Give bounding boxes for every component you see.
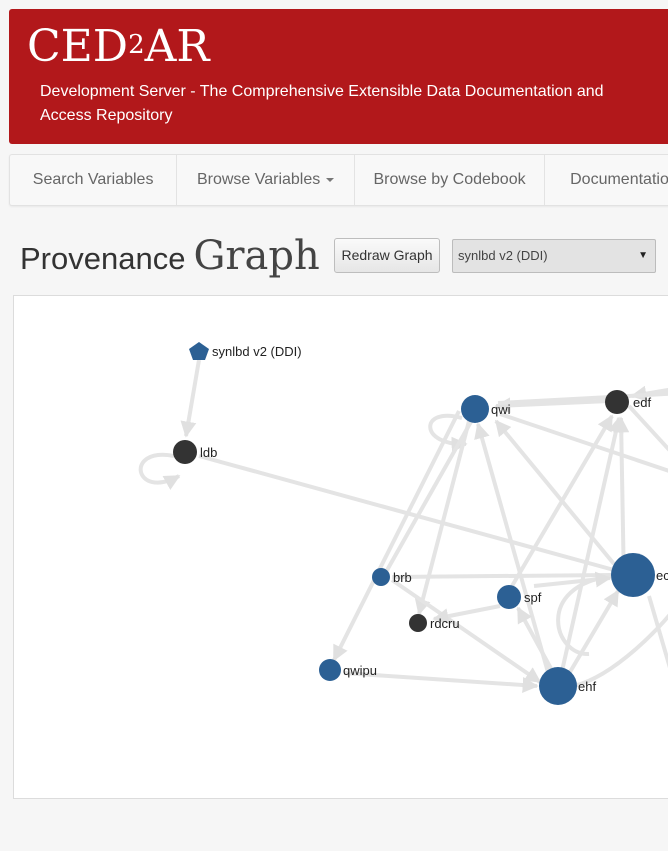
nav-browse-variables[interactable]: Browse Variables [177, 155, 355, 205]
node-label: qwi [491, 402, 511, 417]
graph-node[interactable] [605, 390, 629, 414]
graph-node[interactable] [539, 667, 577, 705]
site-banner: CED2AR Development Server - The Comprehe… [9, 9, 668, 144]
graph-edge [384, 419, 474, 573]
codebook-select-value: synlbd v2 (DDI) [458, 248, 548, 263]
codebook-node[interactable] [189, 342, 209, 360]
site-subtitle: Development Server - The Comprehensive E… [40, 83, 604, 124]
main-navbar: Search Variables Browse Variables Browse… [9, 154, 668, 206]
graph-edge [180, 359, 201, 438]
redraw-graph-button[interactable]: Redraw Graph [334, 238, 440, 273]
graph-edge [516, 606, 556, 675]
page-title: Provenance Graph [20, 228, 320, 284]
nav-documentation[interactable]: Documentation [545, 155, 668, 205]
title-graph: Graph [193, 233, 320, 279]
node-label: qwipu [343, 663, 377, 678]
graph-edge [391, 573, 613, 579]
nav-search-variables[interactable]: Search Variables [10, 155, 178, 205]
graph-edge [533, 571, 612, 588]
graph-edges [138, 359, 668, 694]
site-logo[interactable]: CED2AR [27, 23, 210, 71]
node-label: rdcru [430, 616, 460, 631]
graph-node[interactable] [409, 614, 427, 632]
node-label: ehf [578, 679, 596, 694]
chevron-down-icon [326, 177, 335, 182]
graph-node[interactable] [173, 440, 197, 464]
graph-canvas[interactable]: synlbd v2 (DDI) ldb qwi edf brb spf rdcr… [14, 296, 668, 799]
graph-node[interactable] [461, 395, 489, 423]
nav-browse-by-codebook[interactable]: Browse by Codebook [355, 155, 546, 205]
dropdown-arrow-icon: ▼ [638, 250, 648, 261]
node-label: ldb [200, 445, 217, 460]
graph-node[interactable] [372, 568, 390, 586]
provenance-graph[interactable]: synlbd v2 (DDI) ldb qwi edf brb spf rdcr… [13, 295, 668, 799]
graph-node[interactable] [319, 659, 341, 681]
graph-node[interactable] [497, 585, 521, 609]
node-label: spf [524, 590, 542, 605]
node-label: synlbd v2 (DDI) [212, 344, 302, 359]
title-provenance: Provenance [20, 241, 186, 276]
node-label: ec [656, 568, 668, 583]
graph-edge [647, 595, 668, 669]
graph-node[interactable] [611, 553, 655, 597]
codebook-select[interactable]: synlbd v2 (DDI) ▼ [452, 239, 656, 273]
graph-edge [627, 404, 668, 452]
node-label: brb [393, 570, 412, 585]
node-label: edf [633, 395, 651, 410]
graph-edge [510, 414, 614, 588]
graph-edge [138, 452, 181, 490]
